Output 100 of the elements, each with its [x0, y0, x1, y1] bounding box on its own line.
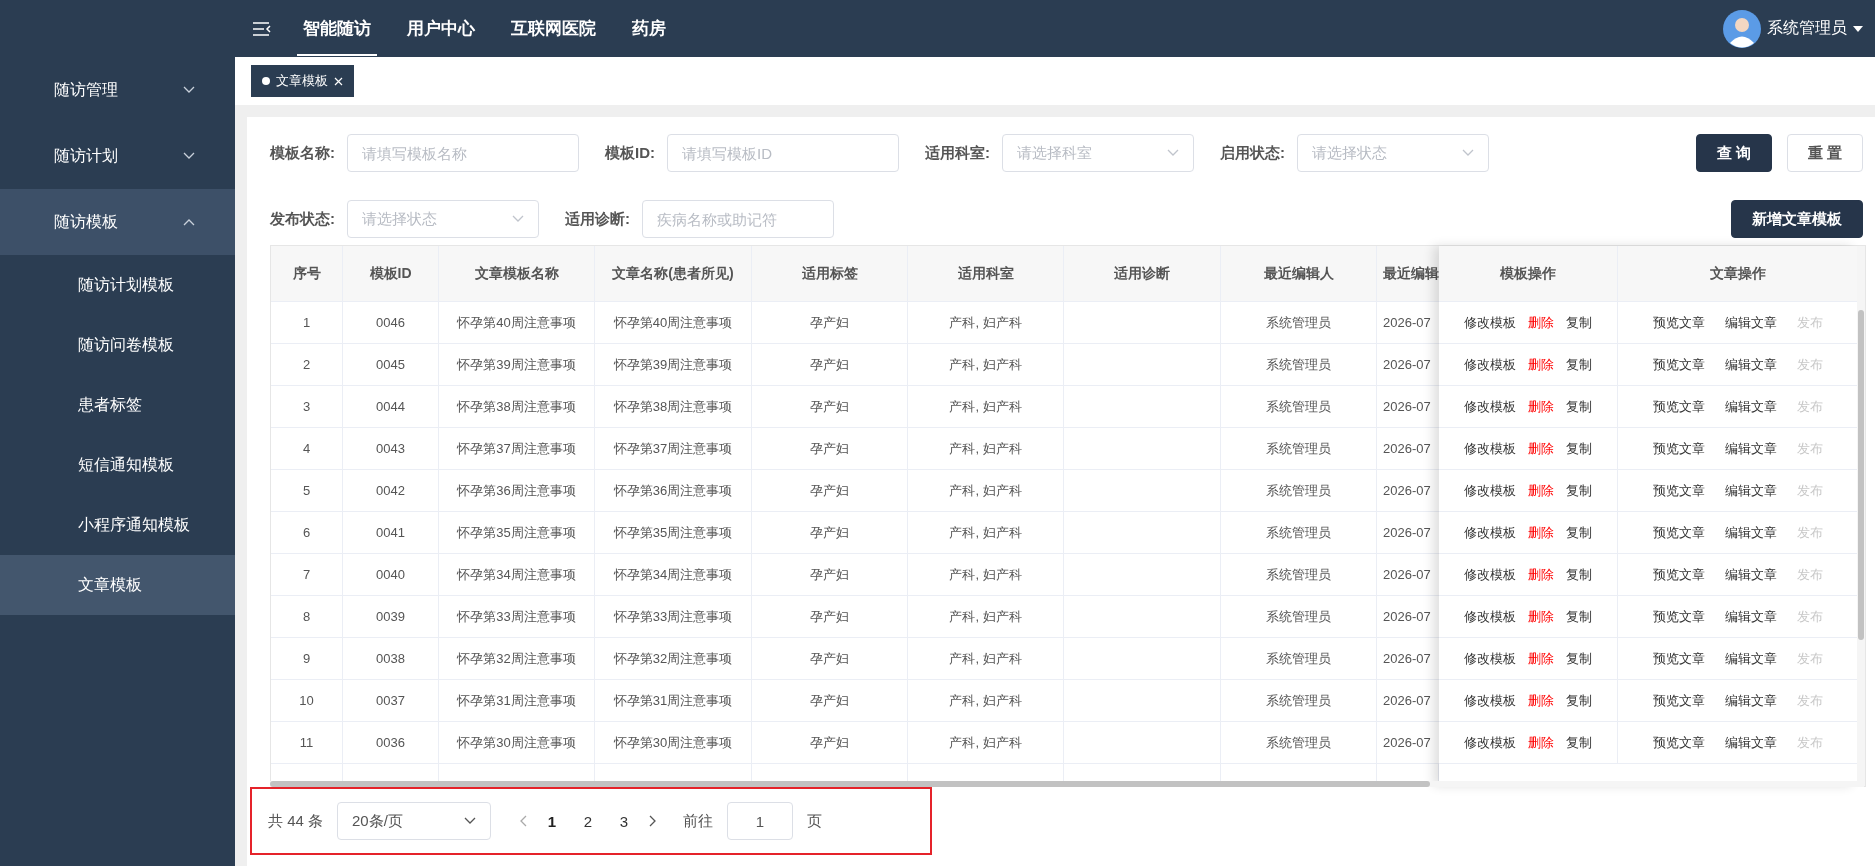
action-link[interactable]: 预览文章 — [1652, 313, 1705, 332]
table-cell: 系统管理员 — [1221, 344, 1377, 386]
delete-link[interactable]: 删除 — [1528, 649, 1554, 668]
action-link[interactable]: 修改模板 — [1464, 355, 1516, 374]
action-link[interactable]: 预览文章 — [1652, 523, 1705, 542]
action-link[interactable]: 预览文章 — [1652, 691, 1705, 710]
sidebar-subitem[interactable]: 短信通知模板 — [0, 435, 235, 495]
table-cell: 怀孕第33周注意事项 — [595, 596, 752, 638]
action-link[interactable]: 复制 — [1566, 733, 1592, 752]
action-link[interactable]: 修改模板 — [1464, 733, 1516, 752]
table-cell: 怀孕第39周注意事项 — [595, 344, 752, 386]
caret-icon[interactable] — [1853, 25, 1863, 32]
page-number[interactable]: 1 — [541, 812, 564, 830]
delete-link[interactable]: 删除 — [1528, 397, 1554, 416]
menu-icon[interactable] — [253, 21, 271, 36]
action-link[interactable]: 预览文章 — [1652, 733, 1705, 752]
nav-tab[interactable]: 互联网医院 — [505, 1, 602, 56]
action-link[interactable]: 修改模板 — [1464, 523, 1516, 542]
action-link[interactable]: 编辑文章 — [1724, 607, 1777, 626]
action-link[interactable]: 复制 — [1566, 649, 1592, 668]
action-link[interactable]: 编辑文章 — [1724, 523, 1777, 542]
action-link[interactable]: 复制 — [1566, 607, 1592, 626]
table-cell: 孕产妇 — [752, 554, 908, 596]
action-link[interactable]: 编辑文章 — [1724, 355, 1777, 374]
delete-link[interactable]: 删除 — [1528, 439, 1554, 458]
reset-button[interactable]: 重 置 — [1786, 134, 1863, 172]
sidebar-subitem[interactable]: 随访问卷模板 — [0, 315, 235, 375]
input-field[interactable]: 请填写模板名称 — [347, 134, 579, 172]
action-link[interactable]: 编辑文章 — [1724, 481, 1777, 500]
input-field[interactable]: 疾病名称或助记符 — [642, 200, 834, 238]
action-link[interactable]: 编辑文章 — [1724, 565, 1777, 584]
action-link[interactable]: 修改模板 — [1464, 691, 1516, 710]
horizontal-scrollbar[interactable] — [270, 781, 1864, 787]
column-header: 文章名称(患者所见) — [595, 246, 752, 302]
table-cell: 0036 — [343, 722, 439, 764]
action-link[interactable]: 预览文章 — [1652, 481, 1705, 500]
action-link[interactable]: 复制 — [1566, 565, 1592, 584]
nav-tab[interactable]: 用户中心 — [401, 1, 481, 56]
action-link[interactable]: 预览文章 — [1652, 565, 1705, 584]
action-link[interactable]: 复制 — [1566, 691, 1592, 710]
action-link[interactable]: 复制 — [1566, 439, 1592, 458]
table-cell: 1 — [271, 302, 343, 344]
action-link[interactable]: 复制 — [1566, 481, 1592, 500]
goto-page-field[interactable]: 1 — [727, 802, 794, 840]
input-field[interactable]: 请填写模板ID — [667, 134, 899, 172]
delete-link[interactable]: 删除 — [1528, 481, 1554, 500]
table-cell: 系统管理员 — [1221, 722, 1377, 764]
action-link[interactable]: 修改模板 — [1464, 607, 1516, 626]
sidebar-menu-item[interactable]: 随访管理 — [0, 57, 235, 123]
avatar-icon[interactable] — [1723, 9, 1761, 48]
sidebar-subitem[interactable]: 文章模板 — [0, 555, 235, 615]
action-link[interactable]: 编辑文章 — [1724, 313, 1777, 332]
sidebar-menu-item[interactable]: 随访模板 — [0, 189, 235, 255]
action-link[interactable]: 复制 — [1566, 523, 1592, 542]
action-link[interactable]: 修改模板 — [1464, 397, 1516, 416]
filter-label: 模板名称: — [270, 143, 335, 163]
action-link[interactable]: 编辑文章 — [1724, 691, 1777, 710]
action-link[interactable]: 预览文章 — [1652, 397, 1705, 416]
action-link[interactable]: 修改模板 — [1464, 439, 1516, 458]
action-link[interactable]: 编辑文章 — [1724, 397, 1777, 416]
next-page-icon[interactable] — [649, 815, 658, 827]
page-tab[interactable]: 文章模板 — [251, 65, 354, 97]
delete-link[interactable]: 删除 — [1528, 733, 1554, 752]
page-size-select[interactable]: 20条/页 — [337, 802, 492, 840]
action-link[interactable]: 编辑文章 — [1724, 649, 1777, 668]
table-cell: 怀孕第37周注意事项 — [595, 428, 752, 470]
sidebar-menu-item[interactable]: 随访计划 — [0, 123, 235, 189]
query-button[interactable]: 查 询 — [1695, 134, 1772, 172]
delete-link[interactable]: 删除 — [1528, 691, 1554, 710]
action-link[interactable]: 复制 — [1566, 313, 1592, 332]
nav-tab[interactable]: 药房 — [626, 1, 672, 56]
sidebar-subitem[interactable]: 患者标签 — [0, 375, 235, 435]
vertical-scrollbar[interactable] — [1857, 246, 1865, 786]
action-link[interactable]: 编辑文章 — [1724, 733, 1777, 752]
action-link[interactable]: 预览文章 — [1652, 355, 1705, 374]
page-number[interactable]: 3 — [613, 812, 636, 830]
action-link[interactable]: 修改模板 — [1464, 481, 1516, 500]
delete-link[interactable]: 删除 — [1528, 313, 1554, 332]
action-link[interactable]: 复制 — [1566, 355, 1592, 374]
table-cell: 孕产妇 — [752, 512, 908, 554]
page-number[interactable]: 2 — [577, 812, 600, 830]
action-link[interactable]: 修改模板 — [1464, 565, 1516, 584]
action-link[interactable]: 修改模板 — [1464, 313, 1516, 332]
user-name[interactable]: 系统管理员 — [1767, 18, 1847, 39]
delete-link[interactable]: 删除 — [1528, 523, 1554, 542]
close-icon[interactable] — [334, 76, 343, 86]
action-link[interactable]: 修改模板 — [1464, 649, 1516, 668]
table-cell: 8 — [271, 596, 343, 638]
action-link[interactable]: 复制 — [1566, 397, 1592, 416]
action-link[interactable]: 预览文章 — [1652, 607, 1705, 626]
action-link[interactable]: 预览文章 — [1652, 649, 1705, 668]
table-cell: 孕产妇 — [752, 680, 908, 722]
delete-link[interactable]: 删除 — [1528, 607, 1554, 626]
action-link[interactable]: 编辑文章 — [1724, 439, 1777, 458]
sidebar-subitem[interactable]: 随访计划模板 — [0, 255, 235, 315]
add-article-template-button[interactable]: 新增文章模板 — [1731, 200, 1863, 238]
delete-link[interactable]: 删除 — [1528, 565, 1554, 584]
action-link[interactable]: 预览文章 — [1652, 439, 1705, 458]
delete-link[interactable]: 删除 — [1528, 355, 1554, 374]
sidebar-subitem[interactable]: 小程序通知模板 — [0, 495, 235, 555]
